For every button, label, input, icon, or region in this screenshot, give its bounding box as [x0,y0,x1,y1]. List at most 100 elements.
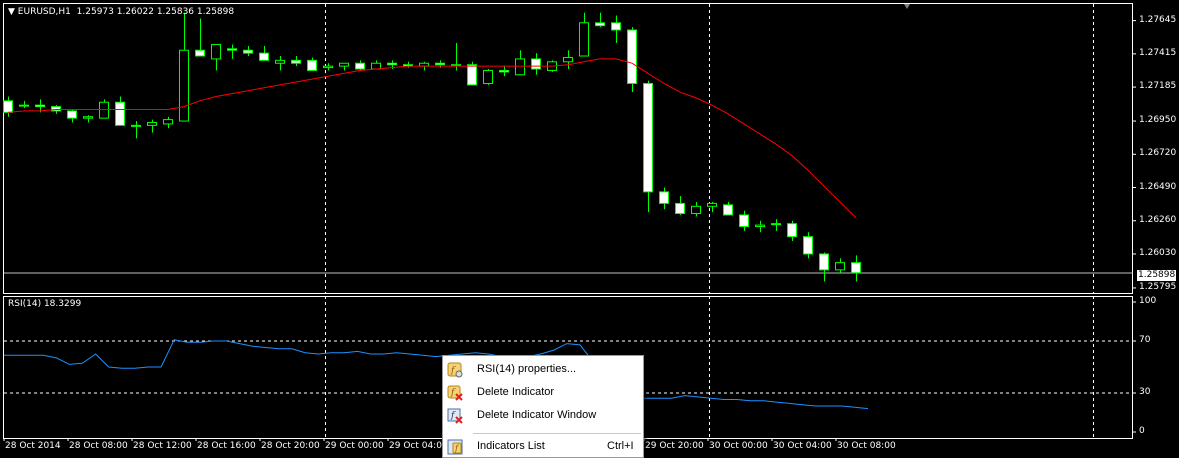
candle-body [3,100,13,113]
price-tick-label: 1.27645 [1139,14,1177,25]
candle-body [275,59,285,64]
rsi-line [4,339,869,410]
candle-body [755,224,765,228]
time-tick-label: 28 Oct 16:00 [197,441,256,451]
candle-body [723,204,733,216]
candle-body [339,62,349,67]
candle-body [707,202,717,207]
candle-body [451,64,461,67]
candle-body [371,62,381,70]
menu-item-label: Indicators List [477,440,545,452]
candle-body [851,262,861,274]
time-tick-label: 28 Oct 12:00 [133,441,192,451]
indicators-list-icon: f [447,439,463,455]
time-tick-label: 30 Oct 00:00 [709,441,768,451]
candle-body [819,253,829,271]
main-chart-frame [3,3,1133,294]
time-tick-label: 30 Oct 04:00 [773,441,832,451]
candle-body [771,223,781,226]
candle-body [163,119,173,125]
candle-body [595,22,605,27]
candle-body [179,49,189,122]
candle-body [691,205,701,215]
candle-body [659,191,669,204]
time-tick-label: 28 Oct 2014 [5,441,61,451]
candle-body [83,116,93,119]
menu-item-label: RSI(14) properties... [477,363,577,375]
candle-body [467,64,477,86]
candle-body [355,62,365,70]
candle-body [643,82,653,193]
menu-item-indicators-list[interactable]: f Indicators List Ctrl+I [443,436,643,458]
menu-item-delete-window[interactable]: f Delete Indicator Window [443,405,643,427]
price-tick-label: 1.27415 [1139,47,1177,58]
candle-body [99,101,109,119]
candle-body [835,262,845,271]
menu-item-shortcut: Ctrl+I [607,440,634,452]
candle-body [787,223,797,238]
symbol-header: ▼ EURUSD,H1 1.25973 1.26022 1.25836 1.25… [8,7,234,18]
price-tick-label: 1.26030 [1139,247,1177,258]
candle-body [195,49,205,57]
candle-body [291,59,301,64]
candle-body [627,29,637,84]
candle-body [579,22,589,57]
menu-separator [473,433,641,434]
symbol-dropdown-icon[interactable]: ▼ [8,7,15,17]
candle-body [531,58,541,70]
menu-item-label: Delete Indicator Window [477,409,597,421]
candle-body [51,106,61,112]
price-tick-label: 1.26950 [1139,115,1177,126]
time-tick-label: 29 Oct 04:00 [389,441,448,451]
candle-body [483,69,493,84]
time-tick-label: 29 Oct 20:00 [645,441,704,451]
rsi-tick-label: 100 [1139,296,1157,306]
properties-icon: f [447,362,463,378]
candle-body [67,110,77,119]
candle-body [499,69,509,73]
menu-item-properties[interactable]: f RSI(14) properties... [443,359,643,381]
price-tick-label: 1.27185 [1139,81,1177,92]
menu-item-label: Delete Indicator [477,386,555,398]
candle-body [243,49,253,54]
candle-body [259,52,269,61]
symbol-name: EURUSD,H1 [17,7,71,17]
chart-shift-marker [904,4,910,9]
delete-indicator-icon: f [447,385,463,401]
time-tick-label: 29 Oct 00:00 [325,441,384,451]
candle-body [435,62,445,66]
candle-body [131,124,141,127]
time-tick-label: 28 Oct 08:00 [69,441,128,451]
time-tick-label: 30 Oct 08:00 [837,441,896,451]
candle-body [323,65,333,69]
rsi-tick-label: 0 [1139,426,1145,436]
candle-body [147,121,157,126]
candle-body [803,236,813,255]
price-tick-label: 1.25795 [1139,281,1177,292]
candle-body [515,58,525,76]
candle-body [227,48,237,51]
delete-window-icon: f [447,408,463,424]
rsi-tick-label: 70 [1139,335,1151,345]
candle-body [35,104,45,108]
time-tick-label: 28 Oct 20:00 [261,441,320,451]
candle-body [115,101,125,126]
candles-group [3,12,861,282]
candle-body [739,214,749,228]
price-tick-label: 1.26490 [1139,181,1177,192]
menu-item-delete-indicator[interactable]: f Delete Indicator [443,382,643,404]
price-tick-label: 1.26260 [1139,214,1177,225]
indicator-context-menu: f RSI(14) properties... f Delete Indicat… [442,355,644,458]
rsi-tick-label: 30 [1139,387,1151,397]
candle-body [19,104,29,107]
price-tick-label: 1.26720 [1139,148,1177,159]
candle-body [563,56,573,63]
candle-body [307,59,317,71]
candle-body [611,22,621,31]
candle-body [211,43,221,60]
moving-average-line [7,58,857,219]
ohlc-values: 1.25973 1.26022 1.25836 1.25898 [76,7,235,17]
candle-body [387,62,397,66]
candle-body [675,202,685,215]
rsi-label: RSI(14) 18.3299 [8,299,82,309]
